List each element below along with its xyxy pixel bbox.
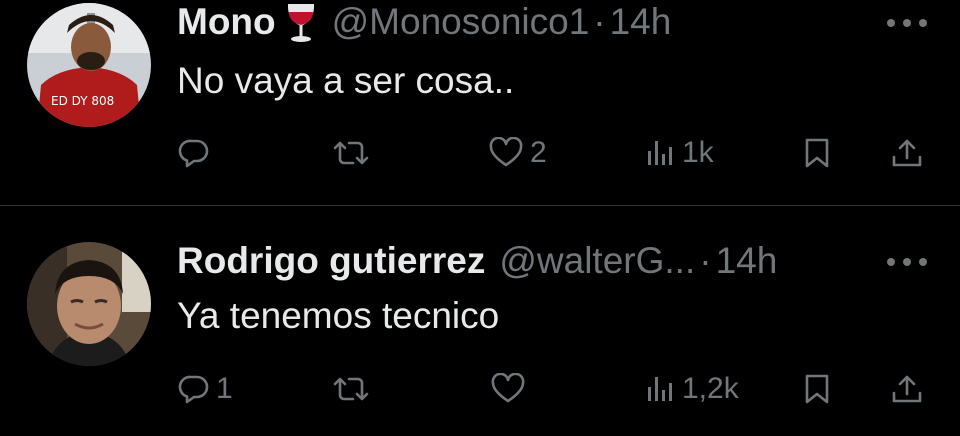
display-name[interactable]: Rodrigo gutierrez (177, 238, 485, 284)
user-handle[interactable]: @walterG... (499, 238, 695, 284)
tweet-actions: 1 1,2k (0, 366, 960, 412)
avatar[interactable] (27, 242, 151, 366)
like-icon (490, 373, 526, 405)
bookmark-button[interactable] (802, 366, 832, 412)
reply-count: 1 (216, 372, 233, 405)
share-icon (890, 373, 924, 405)
tweet[interactable]: Rodrigo gutierrez @walterG... · 14h Ya t… (0, 0, 960, 436)
bookmark-icon (802, 373, 832, 405)
retweet-button[interactable] (331, 366, 377, 412)
views-count: 1,2k (682, 372, 739, 405)
separator: · (699, 240, 712, 281)
timestamp[interactable]: 14h (716, 238, 778, 284)
tweet-header: Rodrigo gutierrez @walterG... · 14h (177, 238, 777, 284)
views-icon (646, 373, 676, 405)
share-button[interactable] (890, 366, 924, 412)
like-button[interactable] (490, 366, 532, 412)
more-icon[interactable] (887, 252, 927, 272)
retweet-icon (331, 373, 371, 405)
reply-button[interactable]: 1 (178, 366, 233, 412)
tweet-text: Ya tenemos tecnico (177, 295, 500, 336)
reply-icon (178, 373, 210, 405)
views-button[interactable]: 1,2k (646, 366, 739, 412)
